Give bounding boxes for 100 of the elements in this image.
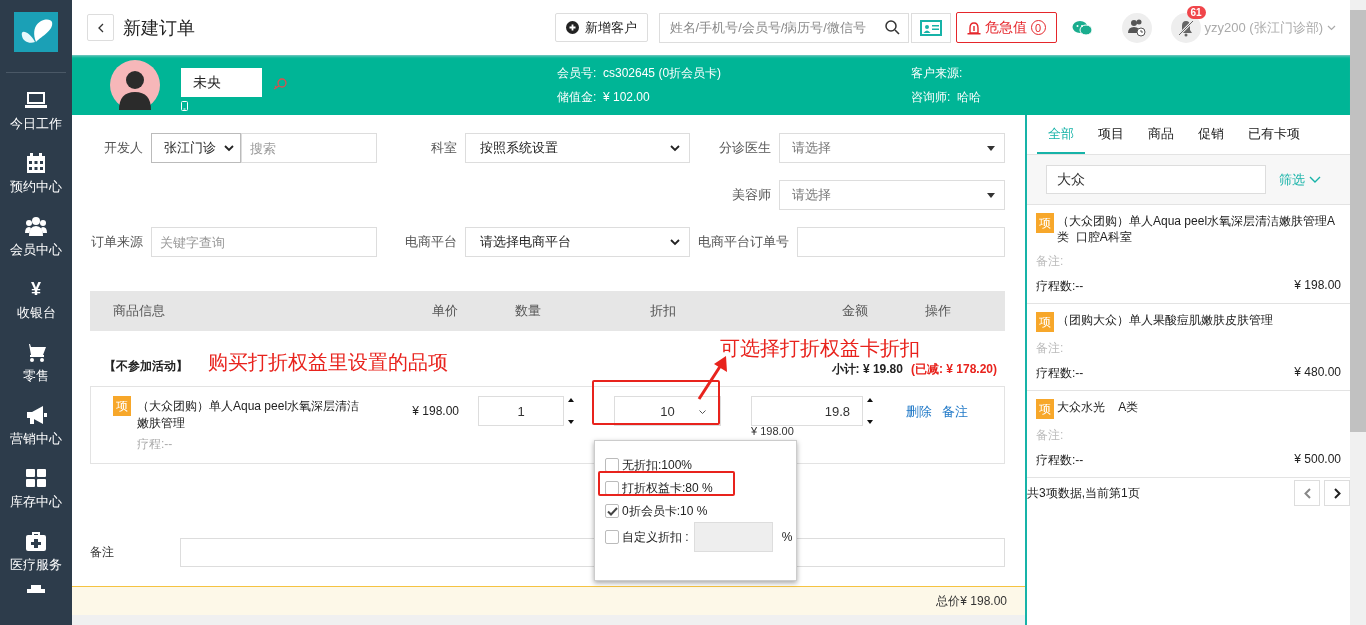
column-header: 数量 xyxy=(513,302,542,320)
course-count: 疗程数:-- xyxy=(1036,452,1084,469)
checkbox[interactable] xyxy=(605,458,619,472)
users-clock-icon[interactable] xyxy=(1121,12,1152,43)
custom-discount-field[interactable] xyxy=(693,522,773,552)
chevron-left-icon xyxy=(97,22,104,33)
column-header: 折扣 xyxy=(648,302,677,320)
search-field[interactable]: 大众 xyxy=(1046,165,1266,194)
scrollbar[interactable] xyxy=(1350,0,1366,625)
critical-value-button[interactable]: 危急值 0 xyxy=(955,12,1057,43)
item-name: （大众团购）单人Aqua peel水氧深层清洁嫩肤管理 xyxy=(137,398,361,432)
remark-label: 备注: xyxy=(1036,427,1065,444)
item-name: 大众水光 A类 xyxy=(1057,399,1139,415)
item-price: ¥ 480.00 xyxy=(1294,365,1341,381)
tab[interactable]: 商品 xyxy=(1137,115,1185,154)
sidebar-item[interactable]: 会员中心 xyxy=(0,205,72,268)
original-price: ¥ 198.00 xyxy=(751,426,795,437)
item-name: （团购大众）单人果酸痘肌嫩肤皮肤管理 xyxy=(1057,312,1273,328)
sidebar-item[interactable]: ¥ 收银台 xyxy=(0,268,72,331)
customer-info: 储值金: ¥ 102.00 xyxy=(557,90,651,104)
checkbox[interactable] xyxy=(605,481,619,495)
subtotal: 小计: ¥ 19.80 xyxy=(831,362,903,376)
phone-icon xyxy=(181,100,188,111)
action-link[interactable]: 删除 xyxy=(906,403,932,463)
option-label: 0折会员卡:10 % xyxy=(622,502,708,520)
field-label: 美容师 xyxy=(731,186,771,204)
medkit-icon xyxy=(25,585,47,593)
butterfly-logo xyxy=(14,12,58,52)
caret-down-icon xyxy=(987,192,995,198)
column-header: 金额 xyxy=(841,302,869,320)
remark-label: 备注: xyxy=(1036,253,1065,270)
option-label: 无折扣:100% xyxy=(622,456,693,474)
item-badge: 项 xyxy=(1036,312,1054,332)
customer-info: 咨询师: 哈哈 xyxy=(911,90,981,104)
next-page-button[interactable] xyxy=(1324,480,1350,506)
laptop-icon xyxy=(25,90,47,110)
annotation-text: 可选择打折权益卡折扣 xyxy=(720,337,920,359)
sidebar-item[interactable]: 营销中心 xyxy=(0,394,72,457)
search-field[interactable]: 搜索 xyxy=(241,133,377,163)
course-count: 疗程数:-- xyxy=(1036,365,1084,382)
id-card-button[interactable] xyxy=(910,12,951,43)
unit-label: % xyxy=(781,530,793,544)
sidebar-item[interactable]: 库存中心 xyxy=(0,457,72,520)
sidebar-item[interactable]: 预约中心 xyxy=(0,142,72,205)
column-header: 商品信息 xyxy=(112,302,166,320)
select-field[interactable]: 请选择电商平台 xyxy=(465,227,690,257)
back-button[interactable] xyxy=(87,14,114,41)
item-badge: 项 xyxy=(1036,213,1054,233)
avatar xyxy=(110,60,160,110)
spinner-icon xyxy=(567,397,575,425)
action-link[interactable]: 备注 xyxy=(942,403,968,463)
checkbox[interactable] xyxy=(605,504,619,518)
course-count: 疗程:-- xyxy=(137,436,174,453)
chevron-down-icon xyxy=(1309,176,1321,183)
alarm-light-icon xyxy=(966,20,981,35)
megaphone-icon xyxy=(25,405,47,425)
developer-select[interactable]: 张江门诊 xyxy=(151,133,241,163)
amount-field[interactable]: 19.8 xyxy=(751,396,863,426)
chevron-down-icon xyxy=(670,144,680,152)
course-count: 疗程数:-- xyxy=(1036,278,1084,295)
checkbox[interactable] xyxy=(605,530,619,544)
total-price: 总价¥ 198.00 xyxy=(936,592,1007,610)
check-icon xyxy=(606,506,618,516)
customer-name: 未央 xyxy=(181,67,262,97)
column-header: 操作 xyxy=(923,302,952,320)
input-field[interactable]: 关键字查询 xyxy=(151,227,377,257)
sidebar-item[interactable]: 零售 xyxy=(0,331,72,394)
column-header: 单价 xyxy=(431,302,459,320)
tab[interactable]: 项目 xyxy=(1087,115,1135,154)
sidebar-item[interactable]: 今日工作 xyxy=(0,79,72,142)
users-icon xyxy=(25,216,47,236)
select-field[interactable]: 请选择 xyxy=(779,180,1005,210)
plus-circle-icon xyxy=(565,21,579,34)
select-field[interactable]: 请选择 xyxy=(779,133,1005,163)
annotation-text: 购买打折权益里设置的品项 xyxy=(208,350,448,375)
field-label: 开发人 xyxy=(103,139,143,157)
quantity-field[interactable]: 1 xyxy=(478,396,564,426)
input-field[interactable] xyxy=(797,227,1005,257)
item-badge: 项 xyxy=(1036,399,1054,419)
select-field[interactable]: 按照系统设置 xyxy=(465,133,690,163)
chevron-down-icon xyxy=(224,144,234,152)
sidebar-item[interactable]: 医疗服务 xyxy=(0,520,72,583)
scrollbar-thumb[interactable] xyxy=(1350,10,1366,432)
page-title: 新建订单 xyxy=(123,16,195,40)
discount-field[interactable]: 10 xyxy=(614,396,721,426)
chat-bubbles-icon[interactable] xyxy=(1071,19,1092,36)
medkit-icon xyxy=(25,531,47,551)
search-field[interactable]: 姓名/手机号/会员号/病历号/微信号 xyxy=(658,12,909,43)
remark-label: 备注: xyxy=(1036,340,1065,357)
tab[interactable]: 促销 xyxy=(1187,115,1235,154)
item-name: （大众团购）单人Aqua peel水氧深层清洁嫩肤管理A类 口腔A科室 xyxy=(1057,213,1337,245)
unit-price: ¥ 198.00 xyxy=(412,404,459,418)
chevron-down-icon xyxy=(1327,24,1336,31)
option-label: 打折权益卡:80 % xyxy=(622,479,713,497)
pagination-info: 共3项数据,当前第1页 xyxy=(1027,484,1141,502)
chevron-left-icon xyxy=(1303,487,1311,499)
add-customer-button[interactable]: 新增客户 xyxy=(554,13,648,42)
tab[interactable]: 已有卡项 xyxy=(1237,115,1311,154)
field-label: 科室 xyxy=(430,139,457,157)
item-price: ¥ 500.00 xyxy=(1294,452,1341,468)
